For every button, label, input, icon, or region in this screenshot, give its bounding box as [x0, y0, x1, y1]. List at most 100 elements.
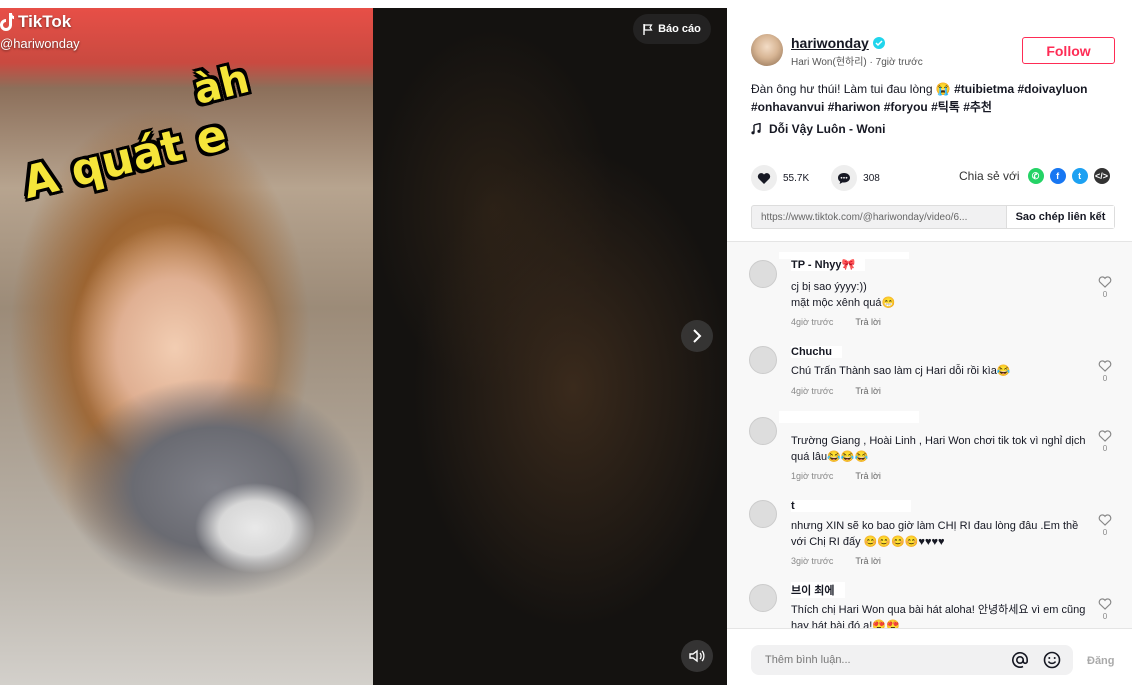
hashtag-link[interactable]: #doivayluon	[1017, 82, 1087, 96]
tiktok-brand-text: TikTok	[18, 12, 72, 31]
author-username-link[interactable]: hariwonday	[791, 35, 885, 51]
comment-like-count: 0	[1102, 528, 1108, 537]
like-button[interactable]	[751, 165, 777, 191]
comment-like[interactable]: 0	[1098, 276, 1112, 299]
post-time: 7giờ trước	[875, 57, 923, 68]
music-title: Dỗi Vậy Luôn - Woni	[769, 122, 886, 136]
share-link-url[interactable]: https://www.tiktok.com/@hariwonday/video…	[752, 212, 1006, 223]
commenter-avatar[interactable]	[749, 417, 777, 445]
comment-mask	[779, 411, 919, 423]
comment-like[interactable]: 0	[1098, 430, 1112, 453]
next-video-button[interactable]	[681, 320, 713, 352]
tiktok-logo-icon	[0, 13, 14, 31]
hashtag-link[interactable]: #추천	[963, 100, 992, 114]
heart-outline-icon	[1098, 276, 1112, 288]
tiktok-watermark: TikTok	[0, 12, 71, 32]
author-avatar[interactable]	[751, 34, 783, 66]
comment-text: Thích chị Hari Won qua bài hát aloha! 안녕…	[791, 604, 1086, 628]
heart-outline-icon	[1098, 514, 1112, 526]
reply-button[interactable]: Trả lời	[855, 556, 881, 566]
comment-like-count: 0	[1102, 612, 1108, 621]
video-frame-right	[373, 8, 727, 685]
comment-button[interactable]	[831, 165, 858, 191]
comment-meta: 3giờ trước Trả lời	[791, 556, 881, 566]
commenter-avatar[interactable]	[749, 500, 777, 528]
heart-outline-icon	[1098, 598, 1112, 610]
hashtag-link[interactable]: #tuibietma	[954, 82, 1014, 96]
comment-time: 1giờ trước	[791, 471, 834, 481]
emoji-icon[interactable]	[1041, 649, 1063, 671]
comment-bubble-icon	[838, 172, 851, 184]
comment-time: 4giờ trước	[791, 317, 834, 327]
comment-count: 308	[863, 172, 880, 184]
commenter-name[interactable]: TP - Nhyy🎀	[791, 258, 866, 271]
mention-icon[interactable]	[1009, 649, 1031, 671]
comment-like[interactable]: 0	[1098, 598, 1112, 621]
comment-time: 3giờ trước	[791, 556, 834, 566]
hashtag-link[interactable]: #틱톡	[931, 100, 960, 114]
commenter-avatar[interactable]	[749, 260, 777, 288]
hashtag-link[interactable]: #hariwon	[828, 100, 881, 114]
share-link-box: https://www.tiktok.com/@hariwonday/video…	[751, 205, 1115, 229]
share-row: Chia sẻ với ✆ f t </>	[959, 168, 1110, 184]
music-note-icon	[751, 123, 761, 135]
commenter-name[interactable]: Chuchu	[791, 346, 842, 358]
heart-icon	[757, 172, 771, 184]
author-display-name: Hari Won(현하리)	[791, 57, 867, 68]
commenter-avatar[interactable]	[749, 584, 777, 612]
engagement-stats: 55.7K 308	[751, 165, 880, 191]
details-panel: hariwonday Hari Won(현하리) · 7giờ trước Fo…	[727, 0, 1132, 692]
comment-composer: Thêm bình luận... Đăng	[727, 628, 1132, 692]
author-username: hariwonday	[791, 35, 869, 51]
heart-outline-icon	[1098, 360, 1112, 372]
reply-button[interactable]: Trả lời	[855, 471, 881, 481]
speaker-icon	[689, 649, 705, 663]
heart-outline-icon	[1098, 430, 1112, 442]
commenter-name[interactable]: t	[791, 500, 911, 512]
comment-text: cj bị sao ýyyy:)) mặt mộc xênh quá😁	[791, 281, 896, 309]
reply-button[interactable]: Trả lời	[855, 386, 881, 396]
comment-input-box[interactable]: Thêm bình luận...	[751, 645, 1073, 675]
embed-icon[interactable]: </>	[1093, 168, 1110, 184]
copy-link-button[interactable]: Sao chép liên kết	[1006, 206, 1114, 228]
chevron-right-icon	[693, 329, 702, 343]
verified-badge-icon	[872, 37, 885, 49]
comment-like-count: 0	[1102, 444, 1108, 453]
like-count: 55.7K	[783, 172, 810, 184]
comment-like[interactable]: 0	[1098, 514, 1112, 537]
reply-button[interactable]: Trả lời	[855, 317, 881, 327]
comment-list[interactable]: TP - Nhyy🎀 cj bị sao ýyyy:)) mặt mộc xên…	[727, 242, 1132, 628]
report-label: Báo cáo	[658, 23, 701, 35]
comment-text: Chú Trấn Thành sao làm cj Hari dỗi rồi k…	[791, 365, 1011, 377]
comment-meta: 4giờ trước Trả lời	[791, 386, 881, 396]
video-frame-left	[0, 8, 373, 685]
author-subline: Hari Won(현하리) · 7giờ trước	[791, 57, 923, 68]
comment-like-count: 0	[1102, 290, 1108, 299]
comment-time: 4giờ trước	[791, 386, 834, 396]
comment-meta: 4giờ trước Trả lời	[791, 317, 881, 327]
comment-like[interactable]: 0	[1098, 360, 1112, 383]
share-label: Chia sẻ với	[959, 169, 1020, 183]
comment-text: nhưng XIN sẽ ko bao giờ làm CHỊ RI đau l…	[791, 520, 1079, 548]
comment-input[interactable]: Thêm bình luận...	[751, 654, 1009, 666]
hashtag-link[interactable]: #onhavanvui	[751, 100, 824, 114]
twitter-icon[interactable]: t	[1071, 168, 1088, 184]
post-comment-button[interactable]: Đăng	[1087, 655, 1115, 667]
comment-text: Trường Giang , Hoài Linh , Hari Won chơi…	[791, 435, 1086, 463]
watermark-username: @hariwonday	[0, 36, 80, 51]
flag-icon	[643, 23, 653, 35]
report-button[interactable]: Báo cáo	[633, 14, 711, 44]
whatsapp-icon[interactable]: ✆	[1027, 168, 1044, 184]
description-text: Đàn ông hư thúi! Làm tui đau lòng 😭	[751, 82, 955, 96]
volume-button[interactable]	[681, 640, 713, 672]
music-link[interactable]: Dỗi Vậy Luôn - Woni	[751, 122, 885, 136]
comment-meta: 1giờ trước Trả lời	[791, 471, 881, 481]
facebook-icon[interactable]: f	[1049, 168, 1066, 184]
follow-button[interactable]: Follow	[1022, 37, 1115, 64]
commenter-name[interactable]: 브이 최에	[791, 582, 845, 598]
post-description: Đàn ông hư thúi! Làm tui đau lòng 😭 #tui…	[751, 80, 1111, 116]
commenter-avatar[interactable]	[749, 346, 777, 374]
comment-like-count: 0	[1102, 374, 1108, 383]
hashtag-link[interactable]: #foryou	[884, 100, 928, 114]
video-player[interactable]: TikTok @hariwonday àh A quát e Báo cáo	[0, 8, 727, 685]
